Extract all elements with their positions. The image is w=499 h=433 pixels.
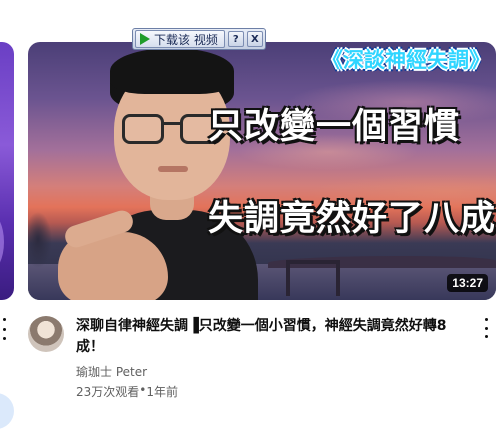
video-thumbnail[interactable]: 《深談神經失調》 只改變一個習慣 失調竟然好了八成！ 13:27 — [28, 42, 496, 300]
help-icon[interactable]: ? — [227, 31, 244, 47]
previous-avatar[interactable] — [0, 393, 14, 429]
presenter-mouth — [158, 166, 188, 172]
duration-badge: 13:27 — [447, 274, 488, 292]
presenter — [58, 42, 278, 300]
download-toolbar: 下载该 视频 ? X — [132, 28, 266, 50]
thumbnail-headline-2: 失調竟然好了八成！ — [208, 199, 496, 239]
channel-name[interactable]: 瑜珈士 Peter — [76, 363, 147, 380]
download-video-label: 下载该 视频 — [154, 32, 218, 47]
glasses-left-lens — [122, 114, 164, 144]
stats-separator: • — [139, 383, 147, 397]
thumbnail-decoration — [0, 212, 4, 272]
close-icon[interactable]: X — [246, 31, 263, 47]
video-title[interactable]: 深聊自律神經失調▐只改變一個小習慣，神經失調竟然好轉8成！ — [76, 316, 466, 358]
previous-video-thumbnail[interactable] — [0, 42, 14, 300]
more-vert-icon[interactable] — [484, 318, 488, 338]
video-stats: 23万次观看 • 1年前 — [76, 383, 178, 400]
glasses-bridge — [161, 122, 180, 125]
thumbnail-subtitle: 《深談神經失調》 — [322, 48, 490, 72]
previous-more-vert-icon[interactable] — [0, 318, 8, 340]
play-icon — [140, 33, 150, 45]
presenter-hair-top — [110, 48, 234, 94]
page: 《深談神經失調》 只改變一個習慣 失調竟然好了八成！ 13:27 下载该 视频 … — [0, 0, 499, 433]
upload-age: 1年前 — [146, 385, 178, 399]
view-count: 23万次观看 — [76, 385, 140, 399]
thumbnail-headline-1: 只改變一個習慣 — [208, 107, 461, 147]
download-video-button[interactable]: 下载该 视频 — [135, 30, 225, 48]
channel-avatar[interactable] — [28, 316, 64, 352]
pier — [286, 260, 340, 296]
